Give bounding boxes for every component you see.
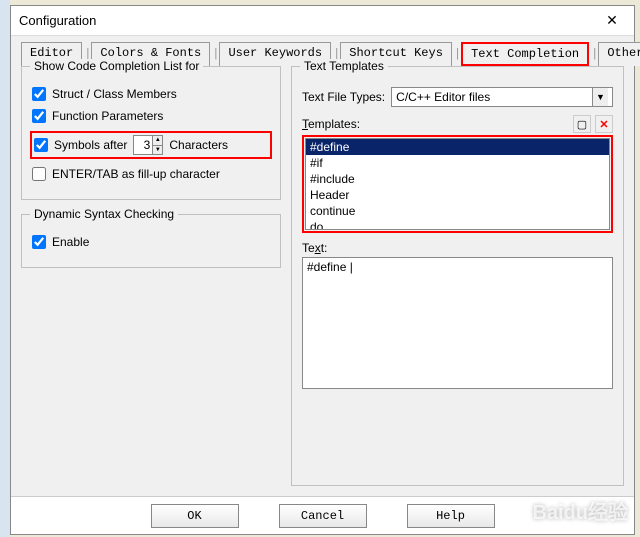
new-template-button[interactable]: ▢ (573, 115, 591, 133)
help-button[interactable]: Help (407, 504, 495, 528)
label-filetypes: Text File Types: (302, 90, 385, 104)
label-text: Text: (302, 241, 613, 255)
cancel-button[interactable]: Cancel (279, 504, 367, 528)
label-function: Function Parameters (52, 109, 163, 123)
group-dynamic-title: Dynamic Syntax Checking (30, 207, 178, 221)
list-item[interactable]: #include (306, 171, 609, 187)
label-symbols-suffix: Characters (169, 138, 228, 152)
tab-text-completion[interactable]: Text Completion (461, 42, 589, 66)
spinner-input[interactable] (134, 136, 152, 154)
label-symbols-prefix: Symbols after (54, 138, 127, 152)
group-dynamic: Dynamic Syntax Checking Enable (21, 214, 281, 268)
text-editor[interactable]: #define | (302, 257, 613, 389)
list-item[interactable]: Header (306, 187, 609, 203)
label-templates: Templates: (302, 117, 360, 131)
list-item[interactable]: do (306, 219, 609, 230)
spin-up-icon[interactable]: ▲ (152, 136, 162, 146)
button-bar: OK Cancel Help (11, 496, 634, 534)
check-function[interactable] (32, 109, 46, 123)
check-struct[interactable] (32, 87, 46, 101)
label-struct: Struct / Class Members (52, 87, 177, 101)
text-content: #define | (307, 260, 353, 274)
check-symbols[interactable] (34, 138, 48, 152)
titlebar: Configuration ✕ (11, 6, 634, 36)
templates-listbox[interactable]: #define #if #include Header continue do … (305, 138, 610, 230)
group-show-list-title: Show Code Completion List for (30, 59, 203, 73)
config-window: Configuration ✕ Editor| Colors & Fonts| … (10, 5, 635, 535)
list-item[interactable]: continue (306, 203, 609, 219)
list-item[interactable]: #define (306, 139, 609, 155)
tab-other[interactable]: Other (598, 42, 640, 66)
spinner-symbols[interactable]: ▲ ▼ (133, 135, 163, 155)
delete-template-button[interactable]: ✕ (595, 115, 613, 133)
label-enable: Enable (52, 235, 89, 249)
group-templates-title: Text Templates (300, 59, 388, 73)
background-strip (0, 0, 10, 537)
templates-highlight: #define #if #include Header continue do … (302, 135, 613, 233)
combo-filetypes[interactable]: C/C++ Editor files ▼ (391, 87, 613, 107)
combo-filetypes-value: C/C++ Editor files (396, 90, 490, 104)
content-area: Editor| Colors & Fonts| User Keywords| S… (11, 36, 634, 496)
ok-button[interactable]: OK (151, 504, 239, 528)
check-enable[interactable] (32, 235, 46, 249)
window-title: Configuration (19, 13, 598, 28)
group-templates: Text Templates Text File Types: C/C++ Ed… (291, 66, 624, 486)
spin-down-icon[interactable]: ▼ (152, 146, 162, 155)
label-entertab: ENTER/TAB as fill-up character (52, 167, 220, 181)
check-entertab[interactable] (32, 167, 46, 181)
group-show-list: Show Code Completion List for Struct / C… (21, 66, 281, 200)
chevron-down-icon: ▼ (592, 88, 608, 106)
list-item[interactable]: #if (306, 155, 609, 171)
close-button[interactable]: ✕ (598, 10, 626, 32)
